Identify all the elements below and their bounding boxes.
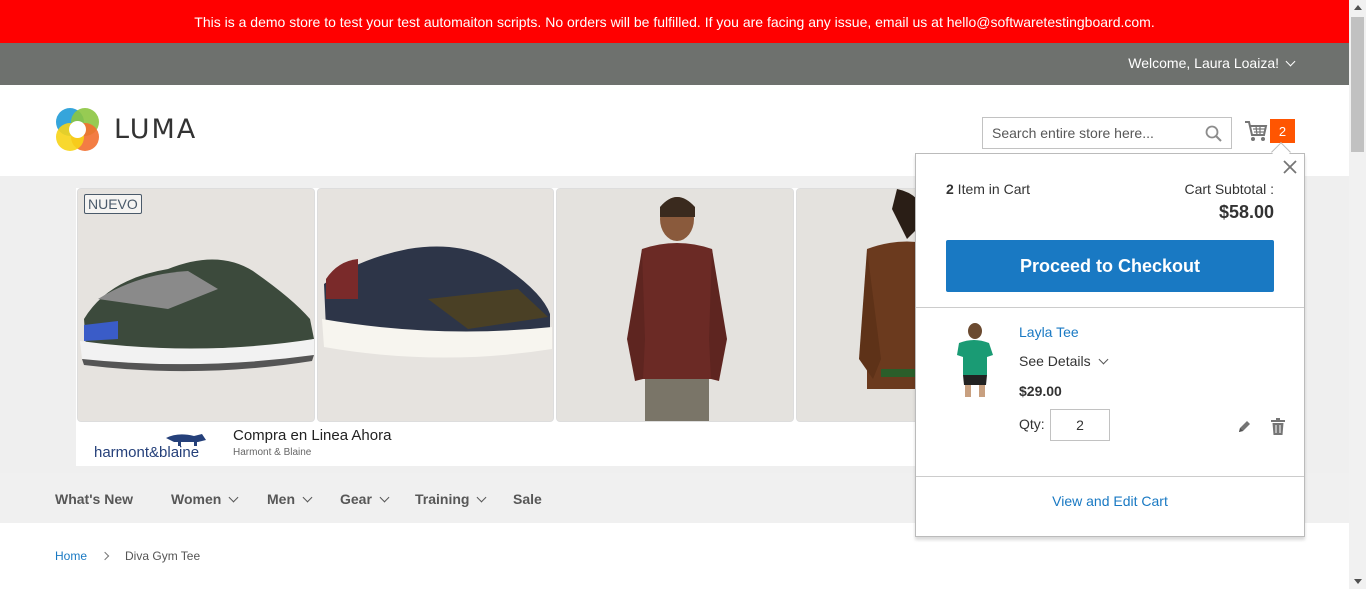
nav-item-whats-new[interactable]: What's New: [55, 491, 133, 507]
nav-item-training[interactable]: Training: [415, 491, 487, 507]
chevron-down-icon: [1098, 354, 1109, 364]
minicart-count-number: 2: [946, 181, 954, 197]
nav-item-label: What's New: [55, 491, 134, 507]
cart-count-badge: 2: [1270, 119, 1295, 143]
ad-image-sweater-1[interactable]: [556, 188, 794, 422]
model-image: [557, 189, 793, 421]
pencil-icon[interactable]: [1236, 419, 1252, 435]
cart-item-name-link[interactable]: Layla Tee: [1019, 324, 1079, 340]
sneaker-image: [78, 189, 314, 421]
demo-store-banner: This is a demo store to test your test a…: [0, 0, 1349, 43]
minicart-toggle[interactable]: 2: [1244, 119, 1295, 143]
demo-store-banner-text: This is a demo store to test your test a…: [194, 13, 1155, 30]
divider: [916, 476, 1304, 477]
sneaker-image: [318, 189, 553, 421]
nav-item-label: Sale: [513, 491, 542, 507]
qty-input[interactable]: [1050, 409, 1110, 441]
breadcrumb-home-link[interactable]: Home: [55, 549, 87, 563]
chevron-down-icon: [302, 492, 313, 502]
cart-subtotal-label: Cart Subtotal :: [1184, 181, 1275, 197]
nav-item-men[interactable]: Men: [267, 491, 313, 507]
luma-logo-icon: [56, 108, 99, 151]
cart-subtotal-value: $58.00: [1218, 202, 1274, 222]
minicart-count-text: Item in Cart: [953, 181, 1031, 197]
chevron-down-icon: [1285, 56, 1296, 66]
proceed-to-checkout-button[interactable]: Proceed to Checkout: [946, 240, 1274, 292]
shopping-cart-icon: [1245, 121, 1268, 141]
luma-logo[interactable]: LUMA: [55, 107, 197, 152]
ad-title[interactable]: Compra en Linea Ahora: [233, 427, 391, 444]
top-bar: Welcome, Laura Loaiza!: [0, 43, 1349, 85]
ad-brand-name: harmont&blaine: [94, 444, 200, 461]
minicart-dropdown: 2 Item in Cart Cart Subtotal : $58.00 Pr…: [915, 153, 1305, 537]
chevron-down-icon: [477, 492, 487, 502]
scrollbar-thumb[interactable]: [1351, 17, 1364, 152]
search-input[interactable]: [983, 118, 1231, 148]
search-icon[interactable]: [1205, 125, 1222, 142]
chevron-down-icon: [228, 492, 239, 502]
ad-image-sneaker-2[interactable]: [317, 188, 554, 422]
breadcrumb: Home Diva Gym Tee: [55, 549, 200, 563]
ad-image-sneaker-1[interactable]: NUEVO: [77, 188, 315, 422]
qty-label: Qty:: [1019, 416, 1045, 432]
nav-item-sale[interactable]: Sale: [513, 491, 542, 507]
nav-item-label: Training: [415, 491, 470, 507]
view-and-edit-cart-link[interactable]: View and Edit Cart: [916, 493, 1304, 509]
nav-item-label: Gear: [340, 491, 372, 507]
nav-item-label: Men: [267, 491, 295, 507]
page-scrollbar[interactable]: [1349, 0, 1366, 589]
scroll-down-arrow-icon[interactable]: [1354, 579, 1362, 584]
logo-text: LUMA: [114, 114, 198, 145]
breadcrumb-current: Diva Gym Tee: [125, 549, 201, 563]
see-details-label: See Details: [1019, 353, 1091, 369]
welcome-text: Welcome, Laura Loaiza!: [1128, 55, 1279, 71]
see-details-toggle[interactable]: See Details: [1019, 353, 1109, 369]
trash-icon[interactable]: [1270, 417, 1286, 436]
new-badge: NUEVO: [84, 194, 142, 214]
chevron-down-icon: [379, 492, 390, 502]
nav-item-gear[interactable]: Gear: [340, 491, 390, 507]
chevron-right-icon: [100, 551, 110, 561]
ad-subtitle: Harmont & Blaine: [233, 447, 312, 458]
close-icon[interactable]: [1281, 158, 1299, 176]
cart-item-price: $29.00: [1019, 383, 1062, 399]
minicart-item-count: 2 Item in Cart: [946, 181, 1030, 197]
nav-item-label: Women: [171, 491, 222, 507]
search-box: [982, 117, 1232, 149]
nav-item-women[interactable]: Women: [171, 491, 239, 507]
customer-menu-toggle[interactable]: Welcome, Laura Loaiza!: [1128, 55, 1296, 71]
product-thumbnail[interactable]: [949, 321, 999, 399]
scroll-up-arrow-icon[interactable]: [1354, 5, 1362, 10]
advertisement[interactable]: NUEVO harmont&blaine Compra en Linea Aho…: [76, 188, 956, 466]
divider: [916, 307, 1304, 308]
